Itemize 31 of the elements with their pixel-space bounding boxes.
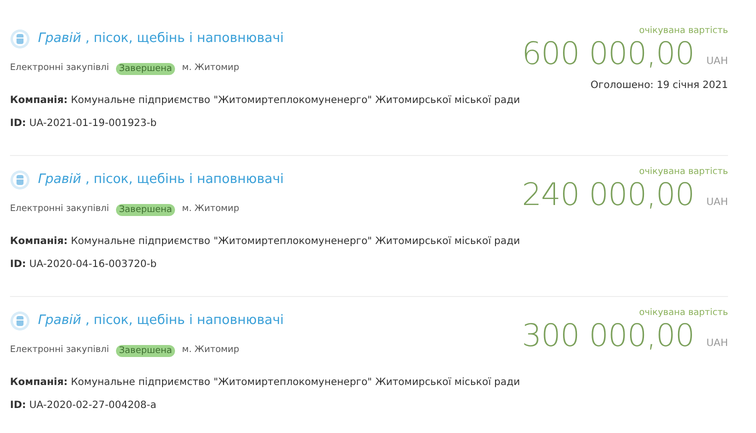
- company-line: Компанія: Комунальне підприємство "Житомиртеплокомуненерго" Житомирської міської ради: [10, 234, 520, 248]
- value-label: очікувана вартість: [639, 25, 728, 38]
- price-amount: 600 000,00: [522, 38, 694, 70]
- tender-id: ID: UA-2021-01-19-001923-b: [10, 116, 158, 130]
- tender-title-link[interactable]: Гравій , пісок, щебінь і наповнювачі: [38, 170, 284, 190]
- procedure-type: Електронні закупівлі: [10, 62, 110, 75]
- price-amount: 300 000,00: [522, 320, 694, 352]
- box-icon: [10, 170, 30, 190]
- company-line: Компанія: Комунальне підприємство "Житомиртеплокомуненерго" Житомирської міської ради: [10, 376, 520, 390]
- box-icon: [10, 311, 30, 331]
- tender-id: ID: UA-2020-04-16-003720-b: [10, 258, 158, 272]
- tender-title-link[interactable]: Гравій , пісок, щебінь і наповнювачі: [38, 29, 284, 49]
- procedure-type: Електронні закупівлі: [10, 203, 110, 216]
- price-amount: 240 000,00: [522, 180, 694, 210]
- tender-id: ID: UA-2020-02-27-004208-a: [10, 398, 158, 412]
- value-label: очікувана вартість: [639, 166, 728, 179]
- announced-date: Оголошено: 19 січня 2021: [590, 78, 728, 92]
- status-badge: Завершена: [116, 62, 176, 75]
- currency: UAH: [706, 56, 728, 66]
- procedure-type: Електронні закупівлі: [10, 344, 110, 357]
- city: м. Житомир: [182, 344, 240, 357]
- city: м. Житомир: [182, 62, 240, 75]
- value-label: очікувана вартість: [639, 307, 728, 320]
- status-badge: Завершена: [116, 344, 176, 357]
- city: м. Житомир: [182, 203, 240, 216]
- company-line: Компанія: Комунальне підприємство "Житомиртеплокомуненерго" Житомирської міської ради: [10, 94, 520, 108]
- currency: UAH: [706, 338, 728, 348]
- status-badge: Завершена: [116, 204, 176, 216]
- currency: UAH: [706, 198, 728, 208]
- box-icon: [10, 29, 30, 49]
- tender-title-link[interactable]: Гравій , пісок, щебінь і наповнювачі: [38, 311, 284, 331]
